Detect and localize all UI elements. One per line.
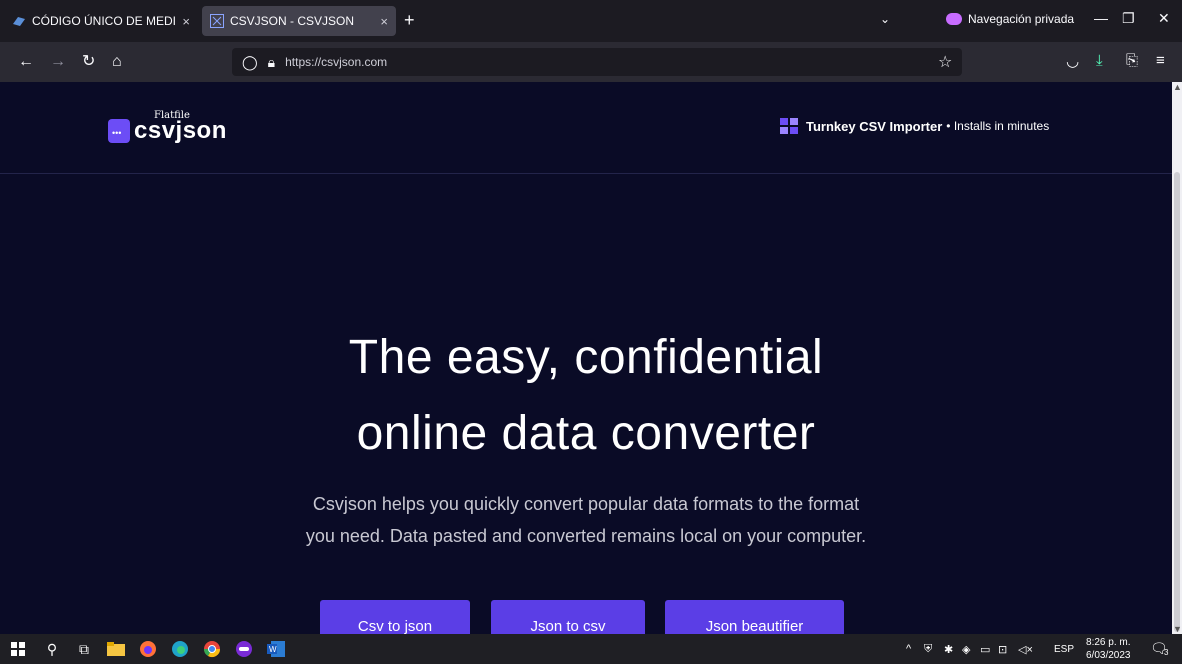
extensions-icon[interactable]: ⎘ (1126, 52, 1138, 69)
importer-icon (780, 118, 798, 134)
headline-line-1: The easy, confidential (348, 331, 824, 384)
task-view-icon[interactable]: ⧉ (74, 639, 94, 659)
app-tray-icon[interactable]: ◈ (962, 643, 970, 656)
turnkey-csv-importer-link[interactable]: Turnkey CSV Importer • Installs in minut… (780, 118, 1049, 134)
tab-bar: CÓDIGO ÚNICO DE MEDICAMENTOS × CSVJSON -… (0, 0, 1182, 42)
scroll-up-icon[interactable]: ▲ (1173, 82, 1182, 92)
logo-csvjson-text: csvjson (134, 117, 227, 144)
notification-count: 3 (1164, 648, 1169, 657)
headline-line-2: online data converter (356, 407, 816, 460)
word-icon[interactable]: W (266, 639, 286, 659)
chrome-icon[interactable] (202, 639, 222, 659)
new-tab-button[interactable]: + (404, 10, 415, 30)
turnkey-title: Turnkey CSV Importer (806, 118, 943, 134)
csvjson-favicon-icon (210, 14, 224, 28)
download-icon[interactable]: ⤓ (1096, 52, 1103, 69)
private-browsing-indicator: Navegación privada (946, 12, 1074, 26)
firefox-icon[interactable] (138, 639, 158, 659)
private-label: Navegación privada (968, 12, 1075, 26)
page-scrollbar[interactable]: ▲ ▼ (1172, 82, 1182, 634)
flatfile-logo-icon: ••• (108, 119, 130, 143)
clock-date: 6/03/2023 (1086, 650, 1131, 661)
restore-icon[interactable]: ❐ (1122, 10, 1135, 27)
back-icon[interactable]: ← (18, 52, 34, 72)
svg-text:W: W (269, 645, 277, 654)
clock-time: 8:26 p. m. (1086, 637, 1131, 648)
volume-icon[interactable]: ◁× (1018, 643, 1033, 656)
menu-icon[interactable]: ≡ (1156, 52, 1165, 69)
bookmark-star-icon[interactable]: ☆ (938, 52, 952, 72)
minimize-icon[interactable]: — (1094, 10, 1108, 26)
csv-to-json-button[interactable]: Csv to json (320, 600, 470, 634)
scrollbar-thumb[interactable] (1174, 172, 1180, 632)
pocket-icon[interactable]: ◡ (1066, 52, 1079, 70)
private-mask-icon (946, 13, 962, 25)
lock-icon[interactable]: 🔒︎ (268, 54, 275, 71)
forward-icon[interactable]: → (50, 52, 66, 72)
edge-icon[interactable] (170, 639, 190, 659)
scroll-down-icon[interactable]: ▼ (1173, 624, 1182, 634)
close-tab-icon[interactable]: × (380, 14, 388, 29)
web-page: ••• Flatfile csvjson Turnkey CSV Importe… (0, 82, 1172, 634)
battery-icon[interactable]: ▭ (980, 643, 990, 656)
reload-icon[interactable]: ↻ (82, 52, 95, 72)
network-icon[interactable]: ⊡ (998, 643, 1007, 656)
windows-start-icon[interactable] (8, 639, 28, 659)
json-beautifier-button[interactable]: Json beautifier (665, 600, 844, 634)
tracking-shield-icon[interactable]: ◯ (242, 54, 258, 71)
pill-icon (12, 14, 26, 28)
firefox-private-icon[interactable] (234, 639, 254, 659)
url-text[interactable]: https://csvjson.com (285, 55, 387, 69)
tab-title: CSVJSON - CSVJSON (230, 14, 355, 28)
tab-title: CÓDIGO ÚNICO DE MEDICAMENTOS (32, 14, 177, 28)
turnkey-subtitle: • Installs in minutes (946, 119, 1050, 133)
subtitle-line-1: Csvjson helps you quickly convert popula… (312, 494, 860, 514)
bluetooth-icon[interactable]: ✱ (944, 643, 953, 656)
chevron-down-icon[interactable]: ⌄ (880, 12, 890, 26)
close-window-icon[interactable]: ✕ (1158, 10, 1170, 27)
json-to-csv-button[interactable]: Json to csv (491, 600, 645, 634)
header-divider (0, 173, 1172, 174)
file-explorer-icon[interactable] (106, 639, 126, 659)
show-hidden-icons-icon[interactable]: ^ (906, 643, 911, 655)
close-tab-icon[interactable]: × (182, 14, 190, 29)
windows-taskbar: ⚲ ⧉ W ^ ⛨ ✱ ◈ ▭ ⊡ ◁× ESP 8:26 p. m. 6/03… (0, 634, 1182, 664)
shield-tray-icon[interactable]: ⛨ (924, 643, 932, 656)
tab-csvjson[interactable]: CSVJSON - CSVJSON × (202, 6, 396, 36)
tab-medicamentos[interactable]: CÓDIGO ÚNICO DE MEDICAMENTOS × (4, 6, 198, 36)
search-icon[interactable]: ⚲ (42, 639, 62, 659)
subtitle-line-2: you need. Data pasted and converted rema… (305, 526, 867, 546)
clock[interactable]: 8:26 p. m. 6/03/2023 (1086, 636, 1131, 662)
csvjson-logo[interactable]: ••• Flatfile csvjson (108, 107, 252, 144)
language-indicator[interactable]: ESP (1054, 644, 1074, 655)
home-icon[interactable]: ⌂ (112, 52, 122, 72)
url-bar[interactable]: ◯ 🔒︎ https://csvjson.com (232, 48, 962, 76)
